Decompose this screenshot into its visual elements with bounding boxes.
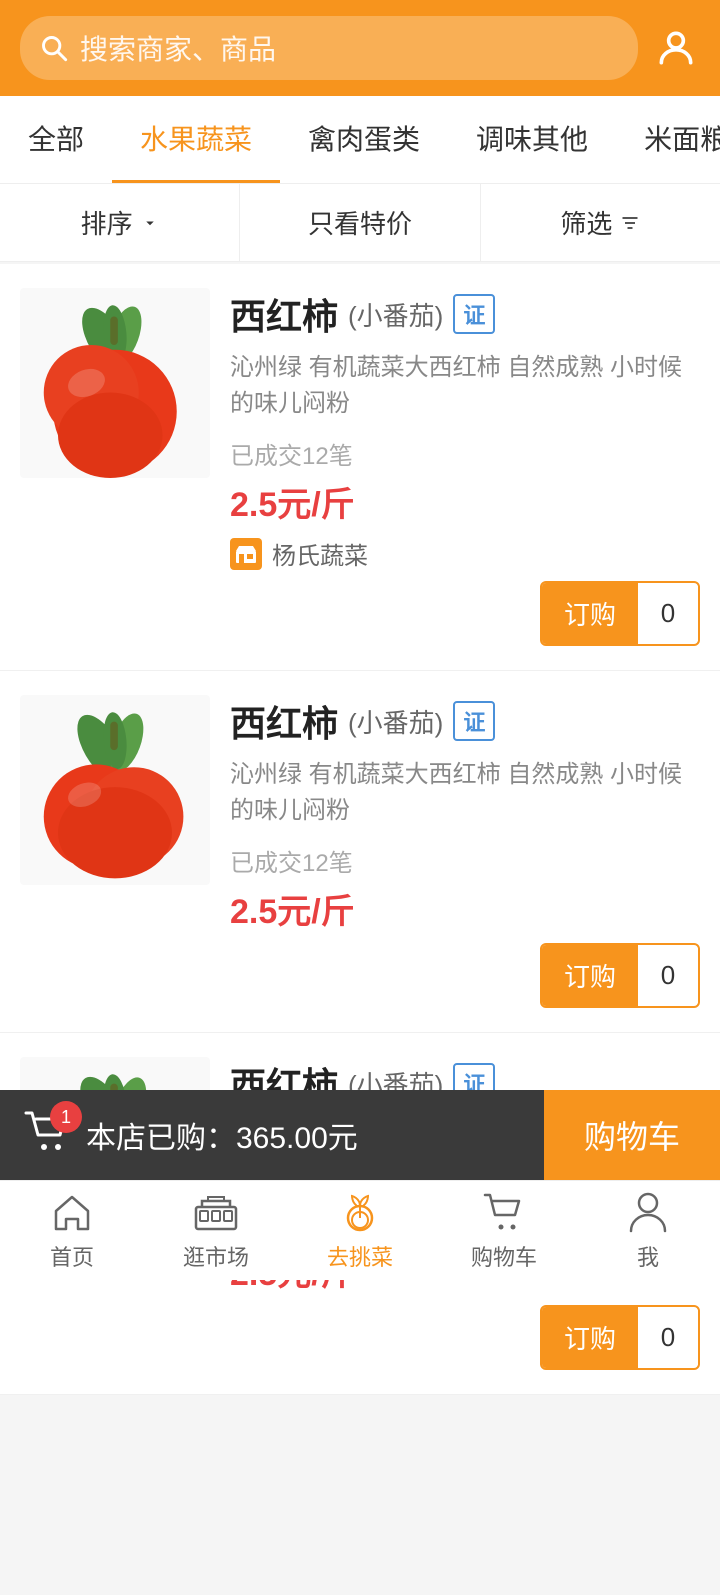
nav-mine-label: 我 [637, 1240, 659, 1272]
filter-icon [620, 213, 640, 233]
vegetable-icon [338, 1190, 382, 1234]
header: 搜索商家、商品 [0, 0, 720, 96]
product-title-2: 西红柿 (小番茄) 证 [230, 695, 700, 747]
home-icon [50, 1190, 94, 1234]
nav-cart-icon [482, 1190, 526, 1234]
special-filter[interactable]: 只看特价 [240, 184, 480, 261]
buy-count-1: 0 [638, 586, 698, 641]
nav-shop[interactable]: 去挑菜 [288, 1181, 432, 1280]
buy-count-2: 0 [638, 948, 698, 1003]
cat-seasoning[interactable]: 调味其他 [448, 96, 616, 183]
product-desc-2: 沁州绿 有机蔬菜大西红柿 自然成熟 小时候的味儿闷粉 [230, 757, 700, 829]
search-icon [40, 34, 68, 62]
shop-name-1: 杨氏蔬菜 [272, 536, 368, 571]
buy-button-3[interactable]: 订购 [542, 1307, 638, 1368]
screen-filter[interactable]: 筛选 [481, 184, 720, 261]
cat-all[interactable]: 全部 [0, 96, 112, 183]
product-sub-name-2: (小番茄) [348, 703, 443, 740]
nav-home[interactable]: 首页 [0, 1181, 144, 1280]
product-desc-1: 沁州绿 有机蔬菜大西红柿 自然成熟 小时候的味儿闷粉 [230, 350, 700, 422]
product-sold-1: 已成交12笔 [230, 436, 700, 471]
buy-btn-group-3: 订购 0 [540, 1305, 700, 1370]
filter-bar: 排序 只看特价 筛选 [0, 184, 720, 262]
search-bar[interactable]: 搜索商家、商品 [20, 16, 638, 80]
bottom-nav: 首页 逛市场 去挑菜 [0, 1180, 720, 1280]
mine-icon [626, 1190, 670, 1234]
nav-market-label: 逛市场 [183, 1240, 249, 1272]
market-icon [194, 1190, 238, 1234]
product-main-name-2: 西红柿 [230, 695, 338, 747]
buy-button-1[interactable]: 订购 [542, 583, 638, 644]
product-image-1 [20, 288, 210, 478]
product-card-2: 西红柿 (小番茄) 证 沁州绿 有机蔬菜大西红柿 自然成熟 小时候的味儿闷粉 已… [0, 671, 720, 1033]
search-placeholder: 搜索商家、商品 [80, 28, 276, 68]
product-shop-1: 杨氏蔬菜 [230, 536, 700, 571]
buy-section-1: 订购 0 [230, 571, 700, 646]
cat-fruits[interactable]: 水果蔬菜 [112, 96, 280, 183]
cat-meat[interactable]: 禽肉蛋类 [280, 96, 448, 183]
product-price-1: 2.5元/斤 [230, 477, 700, 526]
cart-button[interactable]: 购物车 [544, 1090, 720, 1180]
buy-btn-group-1: 订购 0 [540, 581, 700, 646]
nav-market[interactable]: 逛市场 [144, 1181, 288, 1280]
product-card-1: 西红柿 (小番茄) 证 沁州绿 有机蔬菜大西红柿 自然成熟 小时候的味儿闷粉 已… [0, 264, 720, 671]
product-info-1: 西红柿 (小番茄) 证 沁州绿 有机蔬菜大西红柿 自然成熟 小时候的味儿闷粉 已… [210, 288, 700, 646]
special-label: 只看特价 [308, 204, 412, 241]
nav-shop-label: 去挑菜 [327, 1240, 393, 1272]
user-icon[interactable] [652, 24, 700, 72]
cart-icon-wrap: 1 [24, 1111, 70, 1159]
shop-icon-1 [230, 538, 262, 570]
nav-mine[interactable]: 我 [576, 1181, 720, 1280]
cert-badge-2: 证 [453, 701, 495, 741]
cart-bar: 1 本店已购：365.00元 购物车 [0, 1090, 720, 1180]
buy-section-3: 订购 0 [230, 1295, 700, 1370]
product-info-2: 西红柿 (小番茄) 证 沁州绿 有机蔬菜大西红柿 自然成熟 小时候的味儿闷粉 已… [210, 695, 700, 1008]
buy-count-3: 0 [638, 1310, 698, 1365]
product-sub-name-1: (小番茄) [348, 296, 443, 333]
product-price-2: 2.5元/斤 [230, 884, 700, 933]
nav-home-label: 首页 [50, 1240, 94, 1272]
product-main-name-1: 西红柿 [230, 288, 338, 340]
screen-label: 筛选 [560, 204, 612, 241]
cart-info: 1 本店已购：365.00元 [0, 1090, 544, 1180]
buy-section-2: 订购 0 [230, 933, 700, 1008]
sort-filter[interactable]: 排序 [0, 184, 240, 261]
sort-label: 排序 [81, 204, 133, 241]
sort-arrow-icon [141, 214, 159, 232]
cart-total: 本店已购：365.00元 [86, 1113, 358, 1157]
buy-button-2[interactable]: 订购 [542, 945, 638, 1006]
cat-grain[interactable]: 米面粮油 [616, 96, 720, 183]
category-tabs: 全部 水果蔬菜 禽肉蛋类 调味其他 米面粮油 [0, 96, 720, 184]
product-image-2 [20, 695, 210, 885]
cert-badge-1: 证 [453, 294, 495, 334]
product-sold-2: 已成交12笔 [230, 843, 700, 878]
nav-cart[interactable]: 购物车 [432, 1181, 576, 1280]
cart-badge: 1 [50, 1101, 82, 1133]
nav-cart-label: 购物车 [471, 1240, 537, 1272]
buy-btn-group-2: 订购 0 [540, 943, 700, 1008]
product-title-1: 西红柿 (小番茄) 证 [230, 288, 700, 340]
